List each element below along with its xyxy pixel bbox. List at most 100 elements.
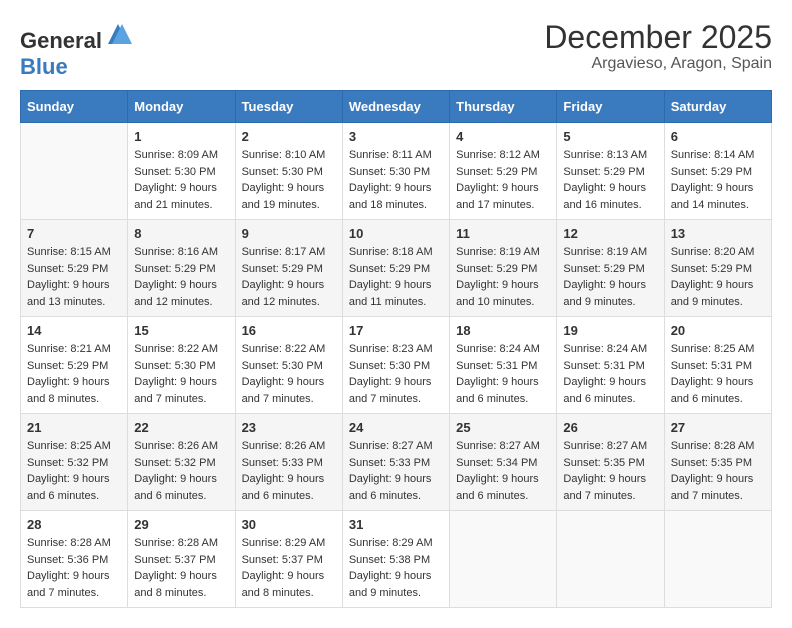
day-number: 7: [27, 226, 121, 241]
day-number: 10: [349, 226, 443, 241]
calendar-cell: 5 Sunrise: 8:13 AMSunset: 5:29 PMDaylight…: [557, 123, 664, 220]
cell-content: Sunrise: 8:20 AMSunset: 5:29 PMDaylight:…: [671, 244, 765, 310]
calendar-week-row: 1 Sunrise: 8:09 AMSunset: 5:30 PMDaylight…: [21, 123, 772, 220]
day-number: 15: [134, 323, 228, 338]
page-subtitle: Argavieso, Aragon, Spain: [544, 55, 772, 73]
cell-content: Sunrise: 8:27 AMSunset: 5:35 PMDaylight:…: [563, 438, 657, 504]
calendar-cell: 3Sunrise: 8:11 AMSunset: 5:30 PMDaylight…: [342, 123, 449, 220]
day-number: 28: [27, 517, 121, 532]
day-header-monday: Monday: [128, 91, 235, 123]
calendar-cell: 24 Sunrise: 8:27 AMSunset: 5:33 PMDayligh…: [342, 414, 449, 511]
day-number: 9: [242, 226, 336, 241]
day-number: 1: [134, 129, 228, 144]
day-number: 2: [242, 129, 336, 144]
day-number: 4: [456, 129, 550, 144]
day-number: 27: [671, 420, 765, 435]
calendar-cell: 13 Sunrise: 8:20 AMSunset: 5:29 PMDayligh…: [664, 220, 771, 317]
calendar-cell: 26 Sunrise: 8:27 AMSunset: 5:35 PMDayligh…: [557, 414, 664, 511]
calendar-cell: 17 Sunrise: 8:23 AMSunset: 5:30 PMDayligh…: [342, 317, 449, 414]
cell-content: Sunrise: 8:22 AMSunset: 5:30 PMDaylight:…: [134, 341, 228, 407]
calendar-cell: 1 Sunrise: 8:09 AMSunset: 5:30 PMDaylight…: [128, 123, 235, 220]
day-number: 24: [349, 420, 443, 435]
day-number: 29: [134, 517, 228, 532]
logo-blue: Blue: [20, 54, 68, 79]
calendar-cell: 22 Sunrise: 8:26 AMSunset: 5:32 PMDayligh…: [128, 414, 235, 511]
cell-content: Sunrise: 8:19 AMSunset: 5:29 PMDaylight:…: [563, 244, 657, 310]
day-number: 12: [563, 226, 657, 241]
day-number: 21: [27, 420, 121, 435]
cell-content: Sunrise: 8:17 AMSunset: 5:29 PMDaylight:…: [242, 244, 336, 310]
cell-content: Sunrise: 8:29 AMSunset: 5:37 PMDaylight:…: [242, 535, 336, 601]
cell-content: Sunrise: 8:27 AMSunset: 5:33 PMDaylight:…: [349, 438, 443, 504]
cell-content: Sunrise: 8:24 AMSunset: 5:31 PMDaylight:…: [563, 341, 657, 407]
calendar-cell: 20 Sunrise: 8:25 AMSunset: 5:31 PMDayligh…: [664, 317, 771, 414]
day-number: 26: [563, 420, 657, 435]
logo-icon: [104, 20, 132, 48]
logo: General Blue: [20, 20, 132, 80]
day-number: 8: [134, 226, 228, 241]
day-header-tuesday: Tuesday: [235, 91, 342, 123]
calendar-week-row: 21 Sunrise: 8:25 AMSunset: 5:32 PMDayligh…: [21, 414, 772, 511]
cell-content: Sunrise: 8:29 AMSunset: 5:38 PMDaylight:…: [349, 535, 443, 601]
cell-content: Sunrise: 8:16 AMSunset: 5:29 PMDaylight:…: [134, 244, 228, 310]
cell-content: Sunrise: 8:14 AMSunset: 5:29 PMDaylight:…: [671, 147, 765, 213]
calendar-cell: [557, 511, 664, 608]
calendar-cell: 18 Sunrise: 8:24 AMSunset: 5:31 PMDayligh…: [450, 317, 557, 414]
calendar-week-row: 14Sunrise: 8:21 AMSunset: 5:29 PMDayligh…: [21, 317, 772, 414]
page-title: December 2025: [544, 20, 772, 55]
cell-content: Sunrise: 8:28 AMSunset: 5:35 PMDaylight:…: [671, 438, 765, 504]
day-number: 31: [349, 517, 443, 532]
calendar-cell: 31 Sunrise: 8:29 AMSunset: 5:38 PMDayligh…: [342, 511, 449, 608]
cell-content: Sunrise: 8:10 AMSunset: 5:30 PMDaylight:…: [242, 147, 336, 213]
day-number: 20: [671, 323, 765, 338]
cell-content: Sunrise: 8:25 AMSunset: 5:31 PMDaylight:…: [671, 341, 765, 407]
calendar-cell: 15 Sunrise: 8:22 AMSunset: 5:30 PMDayligh…: [128, 317, 235, 414]
calendar-header-row: SundayMondayTuesdayWednesdayThursdayFrid…: [21, 91, 772, 123]
day-number: 19: [563, 323, 657, 338]
calendar-cell: 14Sunrise: 8:21 AMSunset: 5:29 PMDayligh…: [21, 317, 128, 414]
calendar-cell: 23 Sunrise: 8:26 AMSunset: 5:33 PMDayligh…: [235, 414, 342, 511]
day-number: 18: [456, 323, 550, 338]
cell-content: Sunrise: 8:13 AMSunset: 5:29 PMDaylight:…: [563, 147, 657, 213]
cell-content: Sunrise: 8:18 AMSunset: 5:29 PMDaylight:…: [349, 244, 443, 310]
calendar-cell: 2 Sunrise: 8:10 AMSunset: 5:30 PMDaylight…: [235, 123, 342, 220]
calendar-cell: 19 Sunrise: 8:24 AMSunset: 5:31 PMDayligh…: [557, 317, 664, 414]
day-number: 11: [456, 226, 550, 241]
day-header-friday: Friday: [557, 91, 664, 123]
day-number: 30: [242, 517, 336, 532]
cell-content: Sunrise: 8:22 AMSunset: 5:30 PMDaylight:…: [242, 341, 336, 407]
cell-content: Sunrise: 8:09 AMSunset: 5:30 PMDaylight:…: [134, 147, 228, 213]
day-number: 5: [563, 129, 657, 144]
calendar-cell: 21 Sunrise: 8:25 AMSunset: 5:32 PMDayligh…: [21, 414, 128, 511]
page-header: General Blue December 2025 Argavieso, Ar…: [20, 20, 772, 80]
day-header-sunday: Sunday: [21, 91, 128, 123]
day-number: 16: [242, 323, 336, 338]
day-header-saturday: Saturday: [664, 91, 771, 123]
day-number: 25: [456, 420, 550, 435]
cell-content: Sunrise: 8:11 AMSunset: 5:30 PMDaylight:…: [349, 147, 443, 213]
day-number: 17: [349, 323, 443, 338]
cell-content: Sunrise: 8:26 AMSunset: 5:32 PMDaylight:…: [134, 438, 228, 504]
day-header-thursday: Thursday: [450, 91, 557, 123]
logo-text: General Blue: [20, 20, 132, 80]
calendar-table: SundayMondayTuesdayWednesdayThursdayFrid…: [20, 90, 772, 608]
cell-content: Sunrise: 8:26 AMSunset: 5:33 PMDaylight:…: [242, 438, 336, 504]
cell-content: Sunrise: 8:19 AMSunset: 5:29 PMDaylight:…: [456, 244, 550, 310]
day-number: 13: [671, 226, 765, 241]
day-number: 22: [134, 420, 228, 435]
cell-content: Sunrise: 8:21 AMSunset: 5:29 PMDaylight:…: [27, 341, 121, 407]
day-number: 23: [242, 420, 336, 435]
cell-content: Sunrise: 8:27 AMSunset: 5:34 PMDaylight:…: [456, 438, 550, 504]
calendar-week-row: 7 Sunrise: 8:15 AMSunset: 5:29 PMDaylight…: [21, 220, 772, 317]
cell-content: Sunrise: 8:24 AMSunset: 5:31 PMDaylight:…: [456, 341, 550, 407]
cell-content: Sunrise: 8:28 AMSunset: 5:36 PMDaylight:…: [27, 535, 121, 601]
calendar-cell: 28 Sunrise: 8:28 AMSunset: 5:36 PMDayligh…: [21, 511, 128, 608]
calendar-cell: 10 Sunrise: 8:18 AMSunset: 5:29 PMDayligh…: [342, 220, 449, 317]
cell-content: Sunrise: 8:23 AMSunset: 5:30 PMDaylight:…: [349, 341, 443, 407]
cell-content: Sunrise: 8:15 AMSunset: 5:29 PMDaylight:…: [27, 244, 121, 310]
calendar-cell: 11 Sunrise: 8:19 AMSunset: 5:29 PMDayligh…: [450, 220, 557, 317]
day-number: 6: [671, 129, 765, 144]
cell-content: Sunrise: 8:25 AMSunset: 5:32 PMDaylight:…: [27, 438, 121, 504]
calendar-cell: [450, 511, 557, 608]
calendar-cell: 30 Sunrise: 8:29 AMSunset: 5:37 PMDayligh…: [235, 511, 342, 608]
